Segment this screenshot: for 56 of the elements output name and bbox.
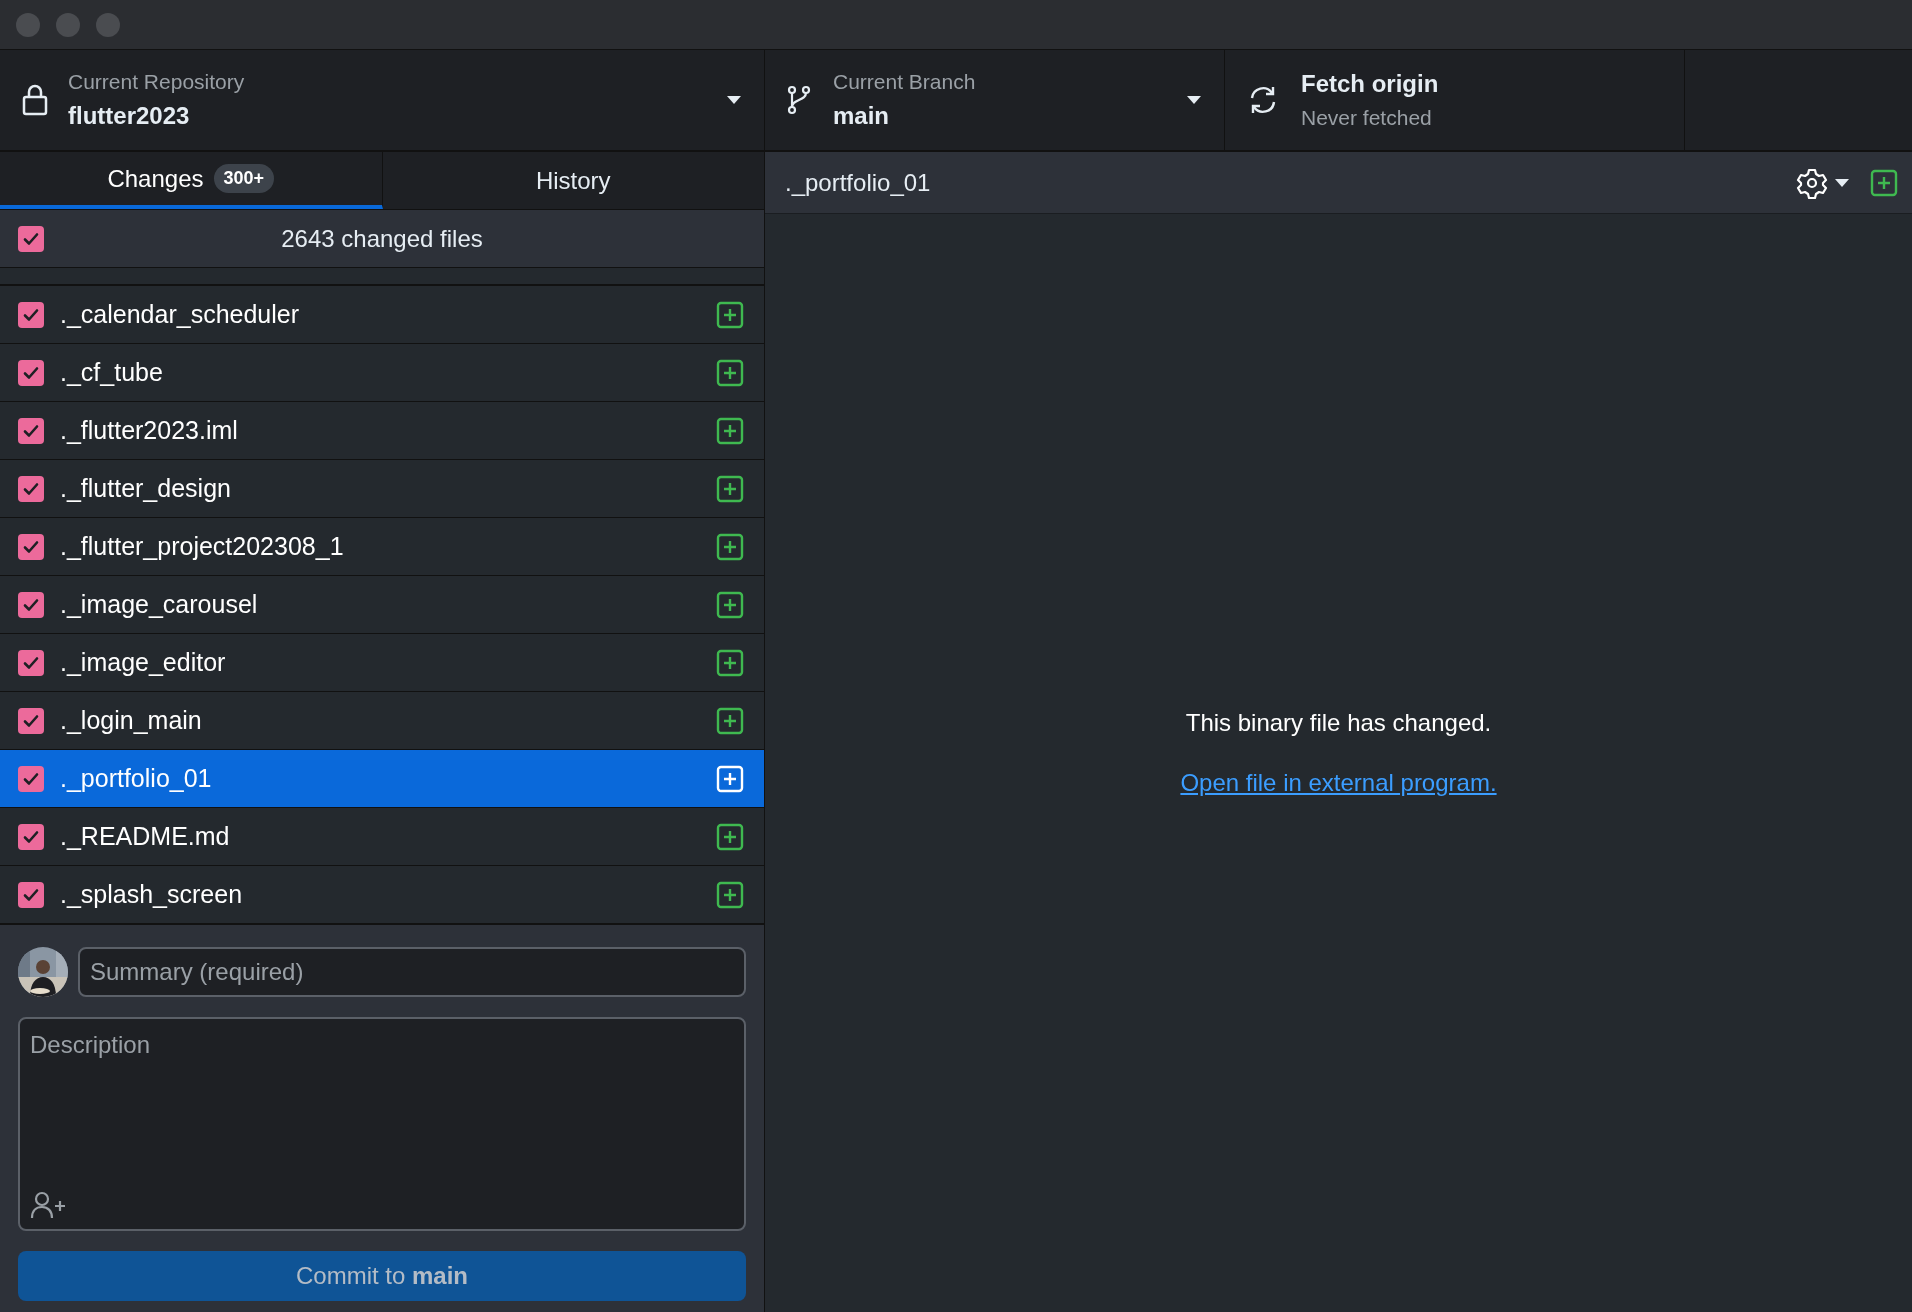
plus-square-icon <box>716 358 744 387</box>
plus-square-icon <box>716 532 744 561</box>
repository-selector[interactable]: Current Repository flutter2023 <box>0 50 765 150</box>
file-name: ._flutter_project202308_1 <box>60 530 345 562</box>
binary-message: This binary file has changed. <box>1185 708 1492 738</box>
file-name: ._flutter_design <box>60 472 232 504</box>
file-row[interactable]: ._portfolio_01 <box>0 750 764 808</box>
branch-icon <box>787 85 811 115</box>
plus-square-icon <box>716 706 744 735</box>
file-name: ._calendar_scheduler <box>60 298 301 330</box>
file-name: ._portfolio_01 <box>60 762 213 794</box>
checkbox[interactable] <box>18 591 44 618</box>
checkbox[interactable] <box>18 417 44 444</box>
plus-square-icon <box>1870 168 1898 197</box>
file-name: ._image_carousel <box>60 588 259 620</box>
file-name: ._flutter2023.iml <box>60 414 239 446</box>
file-name: ._image_editor <box>60 646 227 678</box>
plus-square-icon <box>716 648 744 677</box>
tab[interactable]: History <box>382 152 764 209</box>
checkbox[interactable] <box>18 707 44 734</box>
summary-field[interactable]: Summary (required) <box>78 947 746 997</box>
checkbox[interactable] <box>18 533 44 560</box>
branch-selector[interactable]: Current Branch main <box>765 50 1225 150</box>
settings-icon <box>1796 166 1828 199</box>
commit-button[interactable]: Commit to main <box>18 1251 746 1301</box>
plus-square-icon <box>716 474 744 503</box>
checkbox[interactable] <box>18 301 44 328</box>
lock-icon <box>22 84 48 116</box>
checkbox[interactable] <box>18 225 44 252</box>
file-name: ._login_main <box>60 704 203 736</box>
fetch-button[interactable]: Fetch origin Never fetched <box>1225 50 1685 150</box>
plus-square-icon <box>716 764 744 793</box>
checkbox[interactable] <box>18 359 44 386</box>
count-badge: 300+ <box>213 164 275 193</box>
checkbox[interactable] <box>18 649 44 676</box>
plus-square-icon <box>716 880 744 909</box>
file-name: ._README.md <box>60 820 231 852</box>
file-name: ._cf_tube <box>60 356 164 388</box>
diff-file-name: ._portfolio_01 <box>785 167 932 198</box>
file-name: ._splash_screen <box>60 878 244 910</box>
caret-icon <box>1186 95 1202 105</box>
checkbox[interactable] <box>18 475 44 502</box>
caret-icon <box>1834 177 1850 188</box>
checkbox[interactable] <box>18 881 44 908</box>
settings-button[interactable] <box>1796 166 1850 199</box>
add-person-icon[interactable] <box>30 1191 68 1219</box>
caret-icon <box>726 95 742 105</box>
checkbox[interactable] <box>18 765 44 792</box>
plus-square-icon <box>716 590 744 619</box>
description-field[interactable]: Description <box>18 1017 746 1231</box>
checkbox[interactable] <box>18 823 44 850</box>
plus-square-icon <box>716 822 744 851</box>
open-external-link[interactable]: Open file in external program. <box>1180 765 1497 801</box>
plus-square-icon <box>716 300 744 329</box>
plus-square-icon <box>716 416 744 445</box>
changed-files-count: 2643 changed files <box>280 223 484 254</box>
